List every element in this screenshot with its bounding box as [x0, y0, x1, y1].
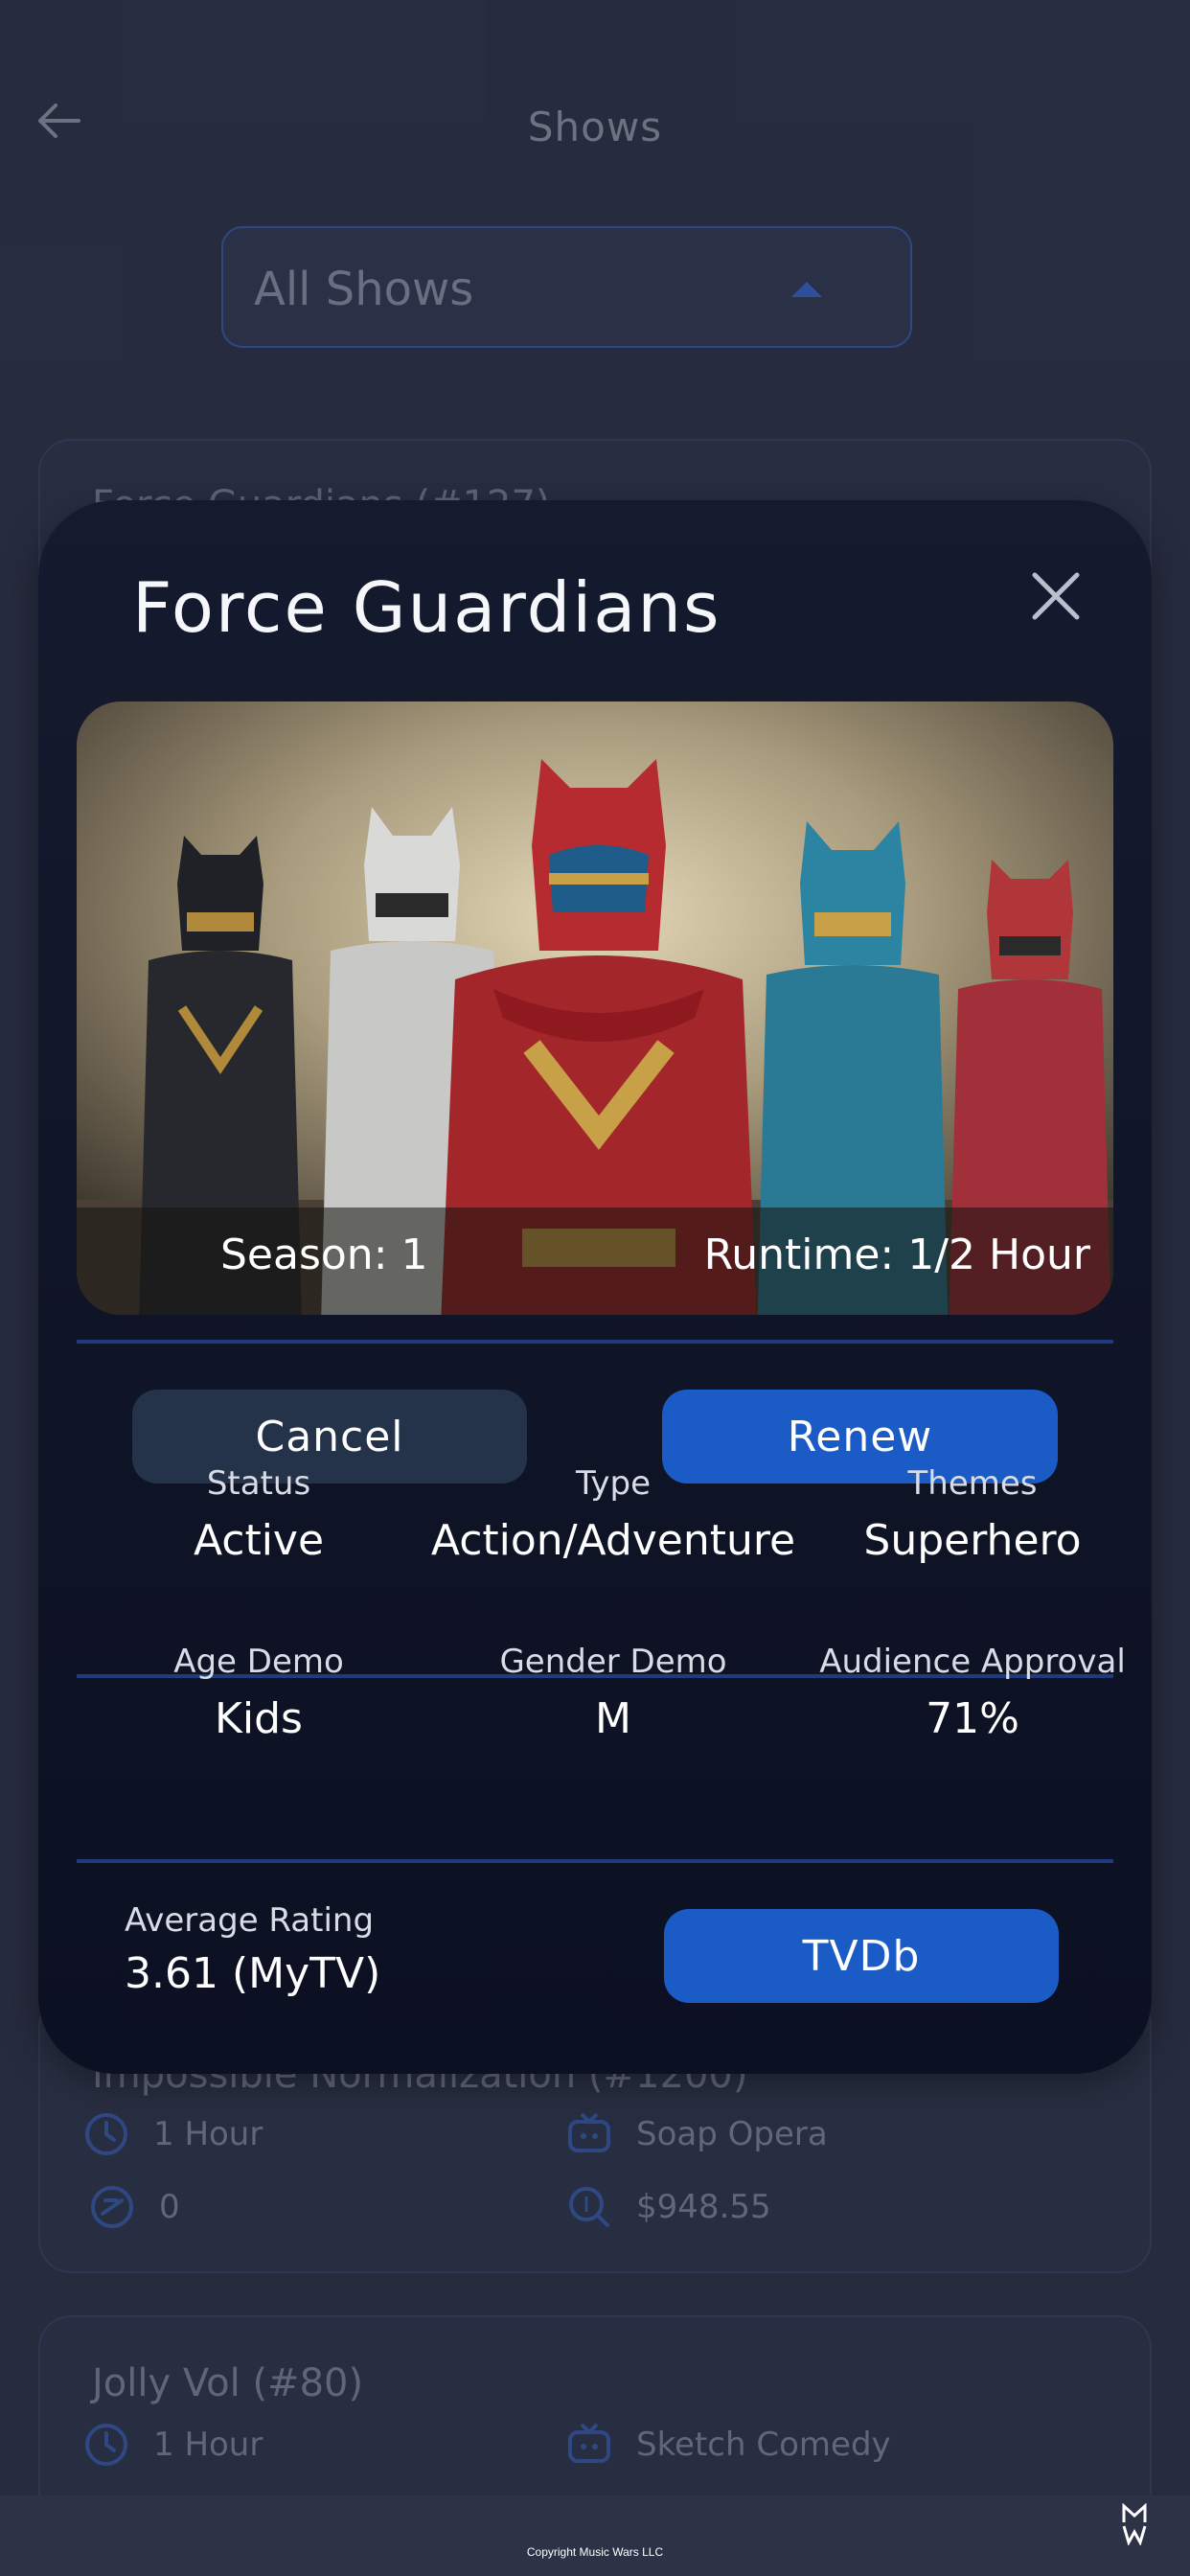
stat-age-demo: Age Demo Kids — [173, 1643, 344, 1743]
show-detail-modal: Force Guardians Season: 1 Runtime: 1/2 H… — [38, 500, 1152, 2074]
tvdb-button[interactable]: TVDb — [664, 1909, 1059, 2003]
copyright-text: Copyright Music Wars LLC — [526, 2545, 664, 2559]
brand-logo — [1122, 2503, 1147, 2545]
runtime-label: Runtime: 1/2 Hour — [703, 1230, 1090, 1279]
season-label: Season: 1 — [220, 1230, 428, 1279]
divider — [77, 1340, 1113, 1344]
stat-themes: Themes Superhero — [863, 1464, 1082, 1565]
average-rating: Average Rating 3.61 (MyTV) — [125, 1901, 381, 1998]
close-icon — [1032, 572, 1080, 620]
stat-type: Type Action/Adventure — [430, 1464, 796, 1565]
stat-status: Status Active — [193, 1464, 325, 1565]
footer — [0, 2496, 1190, 2576]
show-poster-image: Season: 1 Runtime: 1/2 Hour — [77, 702, 1113, 1315]
modal-title: Force Guardians — [132, 567, 721, 648]
close-button[interactable] — [1027, 567, 1085, 625]
stat-gender-demo: Gender Demo M — [499, 1643, 727, 1743]
divider — [77, 1859, 1113, 1863]
stat-audience-approval: Audience Approval 71% — [819, 1643, 1126, 1743]
poster-info-bar: Season: 1 Runtime: 1/2 Hour — [77, 1208, 1113, 1315]
